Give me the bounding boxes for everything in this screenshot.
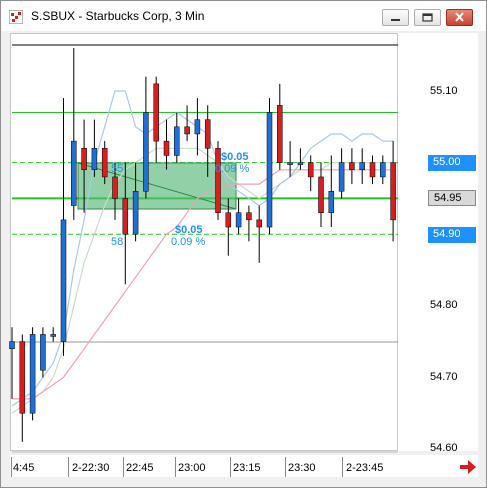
candle-body bbox=[369, 162, 376, 178]
candle bbox=[235, 198, 242, 235]
candle-body bbox=[143, 112, 149, 192]
candle-body bbox=[246, 212, 252, 221]
candle bbox=[19, 334, 26, 442]
candle-body bbox=[174, 126, 180, 156]
candle-body bbox=[29, 334, 36, 414]
left-lower-annotation: 58 bbox=[111, 236, 123, 248]
lower-price-annotation: $0.05 bbox=[175, 224, 203, 236]
candle bbox=[349, 148, 355, 185]
candle bbox=[277, 83, 283, 170]
candle-body bbox=[9, 341, 15, 350]
candle bbox=[328, 155, 335, 228]
candle bbox=[359, 148, 365, 185]
candle-body bbox=[349, 162, 355, 171]
candle-body bbox=[318, 176, 324, 213]
candle-body bbox=[380, 162, 386, 178]
candle-body bbox=[122, 198, 129, 235]
upper-pct-annotation: 0.09 % bbox=[215, 163, 249, 175]
candle-body bbox=[71, 140, 77, 206]
candle-body bbox=[328, 190, 335, 213]
candle bbox=[215, 141, 221, 220]
candle bbox=[338, 148, 345, 199]
candle-body bbox=[204, 119, 211, 149]
candle bbox=[9, 327, 15, 399]
candle bbox=[50, 327, 56, 342]
candle-body bbox=[194, 119, 201, 135]
candle-body bbox=[359, 162, 365, 171]
candlestick-chart: $0.05 0.09 % $0.05 0.09 % 55 58 bbox=[9, 44, 398, 453]
candle-body bbox=[287, 162, 293, 165]
left-upper-annotation: 55 bbox=[111, 163, 123, 175]
candle bbox=[60, 98, 67, 356]
candle bbox=[380, 155, 386, 185]
candle-body bbox=[81, 148, 87, 171]
candle-body bbox=[307, 162, 314, 178]
candle-body bbox=[60, 219, 67, 342]
candle bbox=[287, 141, 293, 177]
candle-body bbox=[101, 148, 108, 178]
candle-body bbox=[277, 105, 283, 163]
candle-body bbox=[338, 162, 345, 192]
candle bbox=[246, 205, 252, 242]
candle bbox=[297, 148, 304, 170]
candle-body bbox=[266, 112, 273, 228]
candle-body bbox=[163, 140, 170, 156]
candle-body bbox=[40, 334, 46, 371]
moving-average-blue-line bbox=[11, 90, 394, 407]
candle-body bbox=[91, 148, 98, 171]
candle-body bbox=[132, 190, 139, 235]
candle bbox=[307, 155, 314, 192]
candle-body bbox=[50, 334, 56, 337]
candle-body bbox=[297, 162, 304, 165]
candle bbox=[318, 162, 324, 228]
candle-body bbox=[153, 83, 159, 142]
candle-body bbox=[256, 219, 262, 228]
candle bbox=[266, 98, 273, 235]
candle bbox=[174, 112, 180, 163]
candle-body bbox=[390, 162, 396, 221]
candle bbox=[29, 327, 36, 421]
candle bbox=[390, 141, 396, 242]
candle bbox=[40, 327, 46, 378]
lower-pct-annotation: 0.09 % bbox=[171, 236, 205, 248]
candle bbox=[91, 119, 98, 177]
candle-body bbox=[19, 341, 26, 414]
candle-body bbox=[225, 212, 232, 228]
candle-body bbox=[184, 126, 190, 135]
upper-price-annotation: $0.05 bbox=[221, 151, 249, 163]
candle bbox=[71, 48, 77, 220]
candle bbox=[194, 98, 201, 156]
candle bbox=[143, 76, 149, 199]
candle-body bbox=[112, 176, 118, 199]
candle-body bbox=[215, 148, 221, 213]
candle-body bbox=[235, 212, 242, 228]
candle bbox=[369, 155, 376, 185]
candle bbox=[184, 105, 190, 142]
